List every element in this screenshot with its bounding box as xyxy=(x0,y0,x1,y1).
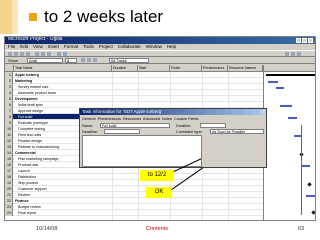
ok-callout: OK xyxy=(146,187,172,198)
tab-advanced[interactable]: Advanced xyxy=(143,117,160,121)
row-number-header xyxy=(5,65,14,72)
gantt-chart xyxy=(263,65,315,220)
dialog-content-area xyxy=(82,135,202,167)
task-bar[interactable] xyxy=(294,135,301,137)
constraint-label: Constraint type: xyxy=(176,130,203,134)
title-bullet-icon xyxy=(29,13,37,21)
font-select[interactable]: Arial xyxy=(27,58,63,63)
milestone-icon[interactable] xyxy=(311,210,315,215)
milestone-icon[interactable] xyxy=(307,182,312,187)
constraint-select[interactable]: As Soon As Possible xyxy=(210,129,264,134)
minimize-icon[interactable] xyxy=(296,38,301,43)
menu-item[interactable]: Window xyxy=(146,44,162,49)
task-bar[interactable] xyxy=(280,105,292,107)
underline-icon[interactable] xyxy=(93,58,97,62)
window-titlebar: Microsoft Project - Ogilla xyxy=(5,37,315,44)
table-row[interactable]: 24 Final report xyxy=(5,210,263,216)
paste-icon[interactable] xyxy=(47,52,51,56)
tab-general[interactable]: General xyxy=(82,117,96,121)
slide-title: to 2 weeks later xyxy=(44,7,164,26)
name-field[interactable]: Full build xyxy=(100,123,170,128)
zoom-in-icon[interactable] xyxy=(285,52,289,56)
menu-item[interactable]: Tools xyxy=(83,44,94,49)
task-information-dialog: Task Information for 'SDT Apple Iceberg'… xyxy=(79,108,267,168)
cut-icon[interactable] xyxy=(35,52,39,56)
column-header[interactable]: Resource Names xyxy=(228,65,263,72)
task-bar[interactable] xyxy=(302,165,310,167)
critical-link-line xyxy=(301,125,302,215)
deadline-field[interactable] xyxy=(104,129,140,134)
task-bar[interactable] xyxy=(276,87,284,89)
help-icon[interactable] xyxy=(297,52,301,56)
zoom-out-icon[interactable] xyxy=(291,52,295,56)
task-sheet-header: Task Name Duration Start Finish Predeces… xyxy=(5,65,263,72)
tab-resources[interactable]: Resources xyxy=(123,117,141,121)
gantt-timescale xyxy=(264,65,315,72)
maximize-icon[interactable] xyxy=(302,38,307,43)
deadline-label: Deadline: xyxy=(82,130,99,134)
bold-icon[interactable] xyxy=(81,58,85,62)
column-header[interactable]: Duration xyxy=(112,65,138,72)
task-bar[interactable] xyxy=(288,117,297,119)
standard-toolbar xyxy=(5,50,315,57)
dialog-title: Task Information for 'SDT Apple Iceberg' xyxy=(80,109,266,115)
dialog-tabs: General Predecessors Resources Advanced … xyxy=(82,117,198,121)
filter-select[interactable]: All Tasks xyxy=(109,58,149,63)
tab-custom-fields[interactable]: Custom Fields xyxy=(174,117,198,121)
menu-item[interactable]: Insert xyxy=(48,44,59,49)
menu-item[interactable]: File xyxy=(8,44,15,49)
tab-predecessors[interactable]: Predecessors xyxy=(98,117,121,121)
column-header[interactable]: Finish xyxy=(170,65,202,72)
menu-item[interactable]: Help xyxy=(167,44,176,49)
dialog-close-icon[interactable] xyxy=(261,110,265,114)
menu-item[interactable]: Project xyxy=(99,44,113,49)
formatting-toolbar: Show Arial 8 All Tasks xyxy=(5,57,315,64)
column-header[interactable]: Start xyxy=(138,65,170,72)
task-bar[interactable] xyxy=(268,81,278,83)
copy-icon[interactable] xyxy=(41,52,45,56)
summary-bar[interactable] xyxy=(266,74,315,76)
name-label: Name: xyxy=(82,124,94,128)
row-number[interactable]: 24 xyxy=(5,210,13,216)
column-header[interactable]: Predecessors xyxy=(202,65,228,72)
task-info-icon[interactable] xyxy=(63,52,67,56)
page-number: 63 xyxy=(298,226,305,232)
save-icon[interactable] xyxy=(20,52,24,56)
menu-item[interactable]: Collaborate xyxy=(118,44,141,49)
slide-header-band xyxy=(0,0,12,34)
duration-field[interactable] xyxy=(200,123,226,128)
task-bar[interactable] xyxy=(306,195,315,197)
footer-date: 10/14/08 xyxy=(36,226,58,232)
new-icon[interactable] xyxy=(8,52,12,56)
link-icon[interactable] xyxy=(57,52,61,56)
close-icon[interactable] xyxy=(308,38,313,43)
date-callout: to 12/2 xyxy=(140,170,174,181)
task-name-cell[interactable]: Final report xyxy=(14,210,112,216)
font-size-select[interactable]: 8 xyxy=(65,58,77,63)
footer-contents-link[interactable]: Contents xyxy=(146,226,168,232)
tab-notes[interactable]: Notes xyxy=(162,117,172,121)
window-title: Microsoft Project - Ogilla xyxy=(8,36,63,42)
show-label[interactable]: Show xyxy=(8,58,18,63)
column-header[interactable]: Task Name xyxy=(14,65,112,72)
print-icon[interactable] xyxy=(26,52,30,56)
menu-item[interactable]: Format xyxy=(64,44,78,49)
italic-icon[interactable] xyxy=(87,58,91,62)
open-icon[interactable] xyxy=(14,52,18,56)
duration-label: Duration: xyxy=(176,124,192,128)
menu-item[interactable]: View xyxy=(33,44,43,49)
menu-item[interactable]: Edit xyxy=(20,44,28,49)
slide-header-band-light xyxy=(12,0,18,34)
